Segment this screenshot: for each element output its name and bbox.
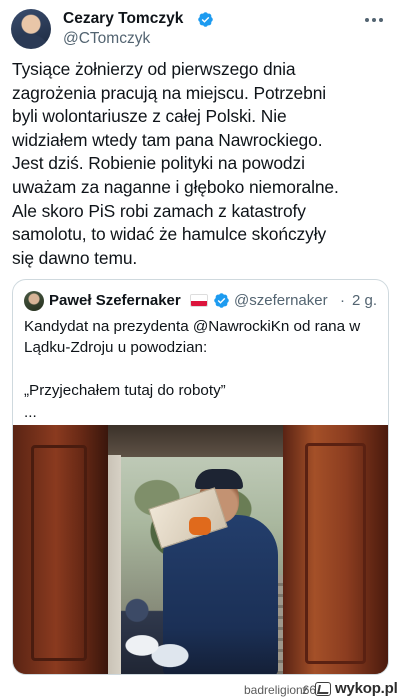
polish-flag-icon: [190, 294, 208, 307]
quoted-author-avatar[interactable]: [24, 291, 44, 311]
author-avatar[interactable]: [11, 9, 51, 49]
tweet-text: Tysiące żołnierzy od pierwszego dnia zag…: [12, 59, 339, 268]
quoted-tweet[interactable]: Paweł Szefernaker @szefernaker · 2 g. Ka…: [12, 279, 389, 675]
verified-badge-icon: [198, 12, 213, 27]
photo-door-left: [13, 425, 108, 674]
author-name[interactable]: Cezary Tomczyk: [63, 10, 183, 28]
wykop-logo-icon: [315, 682, 331, 696]
quoted-timestamp[interactable]: 2 g.: [352, 292, 377, 309]
photo-orange-glove: [189, 517, 211, 535]
quoted-separator: ·: [340, 292, 345, 309]
photo-man-cap: [195, 469, 243, 489]
watermark-site: wykop.pl: [335, 680, 398, 697]
photo-sandbags: [121, 625, 191, 674]
watermark-z: z: [302, 683, 308, 697]
photo-door-right: [283, 425, 388, 674]
quoted-tweet-photo[interactable]: [13, 425, 388, 674]
tweet-header: Cezary Tomczyk @CTomczyk: [11, 9, 389, 49]
quoted-author-handle[interactable]: @szefernaker: [234, 292, 328, 309]
tweet-card: Cezary Tomczyk @CTomczyk Tysiące żołnier…: [0, 0, 400, 700]
author-handle[interactable]: @CTomczyk: [63, 30, 150, 48]
verified-badge-icon: [214, 293, 229, 308]
photo-door-lintel: [108, 425, 283, 457]
quoted-author-name[interactable]: Paweł Szefernaker: [49, 292, 181, 309]
quoted-tweet-text: Kandydat na prezydenta @NawrockiKn od ra…: [24, 318, 361, 421]
more-options-icon[interactable]: [363, 13, 385, 27]
